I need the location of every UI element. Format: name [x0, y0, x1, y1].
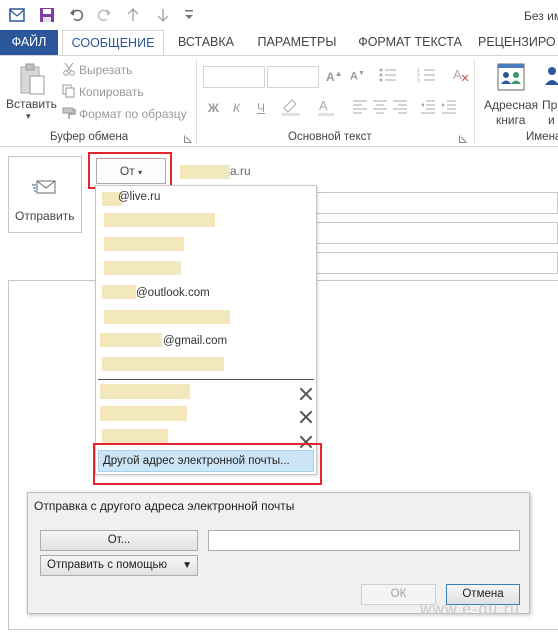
basic-text-group-label: Основной текст: [288, 131, 372, 143]
customize-qat-icon[interactable]: [180, 6, 198, 24]
from-address-input[interactable]: [208, 530, 520, 551]
dialog-launcher-icon[interactable]: [459, 132, 467, 143]
redacted-account: [102, 285, 136, 299]
numbering-icon[interactable]: 123: [417, 66, 437, 87]
tab-insert[interactable]: ВСТАВКА: [164, 30, 248, 55]
account-outlook[interactable]: @outlook.com: [136, 287, 210, 299]
redacted-recent-address[interactable]: [100, 406, 187, 421]
align-right-icon[interactable]: [392, 98, 408, 117]
dialog-title: Отправка с другого адреса электронной по…: [34, 499, 295, 513]
tab-format-text[interactable]: ФОРМАТ ТЕКСТА: [346, 30, 474, 55]
shrink-font-icon[interactable]: A▼: [350, 70, 365, 83]
redacted-recent-address[interactable]: [100, 384, 190, 399]
font-name-combo[interactable]: [203, 66, 265, 88]
font-size-combo[interactable]: [267, 66, 319, 88]
from-dialog-button[interactable]: От...: [40, 530, 198, 551]
increase-indent-icon[interactable]: [441, 98, 457, 117]
grow-font-icon[interactable]: A▲: [326, 69, 343, 84]
clear-format-icon[interactable]: A: [452, 65, 470, 86]
svg-text:3: 3: [417, 78, 420, 84]
arrow-up-icon[interactable]: [124, 6, 142, 24]
bullets-icon[interactable]: [378, 66, 398, 87]
watermark: www.e-du.ru: [420, 601, 520, 618]
redacted-account[interactable]: [104, 237, 184, 251]
subject-field[interactable]: [316, 252, 558, 274]
redacted-from-address: [180, 165, 230, 179]
window-title: Без им: [524, 9, 558, 23]
ribbon: Вставить ▾ Вырезать Копировать Формат по…: [0, 55, 558, 147]
check-names-button-line2[interactable]: и: [548, 113, 555, 127]
send-button[interactable]: Отправить: [8, 156, 82, 233]
redacted-account: [100, 333, 162, 347]
redacted-account[interactable]: [104, 213, 215, 227]
svg-text:A: A: [319, 98, 328, 113]
save-icon[interactable]: [38, 6, 56, 24]
format-painter-button[interactable]: Формат по образцу: [79, 107, 187, 121]
cc-field[interactable]: [316, 222, 558, 244]
cut-button[interactable]: Вырезать: [79, 63, 132, 77]
from-highlight-box: [88, 152, 172, 189]
highlight-icon[interactable]: [280, 96, 302, 119]
copy-button[interactable]: Копировать: [79, 85, 144, 99]
tab-options[interactable]: ПАРАМЕТРЫ: [248, 30, 346, 55]
underline-icon[interactable]: Ч: [257, 101, 265, 115]
send-from-other-address-dialog: Отправка с другого адреса электронной по…: [27, 492, 530, 614]
redacted-account[interactable]: [104, 261, 181, 275]
quick-access-toolbar: Без им: [0, 0, 558, 30]
tab-review[interactable]: РЕЦЕНЗИРО: [478, 30, 558, 55]
tab-message[interactable]: СООБЩЕНИЕ: [62, 30, 164, 56]
ribbon-tabs: ФАЙЛ СООБЩЕНИЕ ВСТАВКА ПАРАМЕТРЫ ФОРМАТ …: [0, 30, 558, 56]
redacted-account[interactable]: [102, 357, 224, 371]
paste-button[interactable]: Вставить: [6, 97, 57, 111]
format-painter-icon: [62, 106, 76, 120]
bold-icon[interactable]: Ж: [208, 101, 219, 115]
account-gmail[interactable]: @gmail.com: [163, 335, 227, 347]
send-via-label: Отправить с помощью: [47, 559, 168, 571]
check-names-button[interactable]: Пр: [542, 98, 557, 112]
copy-icon: [62, 84, 76, 98]
address-book-button[interactable]: Адресная: [484, 98, 538, 112]
svg-text:A: A: [453, 67, 462, 82]
send-icon: [31, 177, 59, 197]
tab-file[interactable]: ФАЙЛ: [0, 30, 58, 55]
names-group-label: Имена: [526, 131, 558, 143]
cut-icon: [62, 62, 76, 76]
paste-icon[interactable]: [10, 62, 50, 98]
check-names-icon[interactable]: [542, 63, 558, 91]
undo-icon[interactable]: [68, 6, 86, 24]
outlook-icon: [8, 6, 26, 24]
remove-icon[interactable]: [298, 386, 314, 402]
from-dropdown-menu: @live.ru @outlook.com @gmail.com: [95, 185, 317, 475]
menu-separator: [98, 379, 314, 380]
align-left-icon[interactable]: [352, 98, 368, 117]
from-domain: a.ru: [230, 164, 251, 178]
align-center-icon[interactable]: [372, 98, 388, 117]
remove-icon[interactable]: [298, 409, 314, 425]
send-label: Отправить: [15, 209, 75, 223]
to-field[interactable]: [316, 192, 558, 214]
paste-dropdown-icon[interactable]: ▾: [26, 111, 31, 122]
clipboard-group-label: Буфер обмена: [50, 131, 129, 143]
font-color-icon[interactable]: A: [316, 96, 338, 119]
address-book-button-line2[interactable]: книга: [496, 113, 525, 127]
decrease-indent-icon[interactable]: [420, 98, 436, 117]
address-book-icon[interactable]: [495, 61, 527, 93]
send-via-dropdown[interactable]: Отправить с помощью ▼: [40, 555, 198, 576]
chevron-down-icon: ▼: [182, 560, 192, 571]
italic-icon[interactable]: К: [233, 101, 240, 115]
arrow-down-icon[interactable]: [154, 6, 172, 24]
account-live[interactable]: @live.ru: [118, 191, 160, 203]
other-address-highlight-box: [93, 443, 322, 485]
redacted-account[interactable]: [104, 310, 230, 324]
redo-icon[interactable]: [95, 6, 113, 24]
redacted-recent-address[interactable]: [102, 429, 168, 443]
dialog-launcher-icon[interactable]: [184, 132, 192, 143]
